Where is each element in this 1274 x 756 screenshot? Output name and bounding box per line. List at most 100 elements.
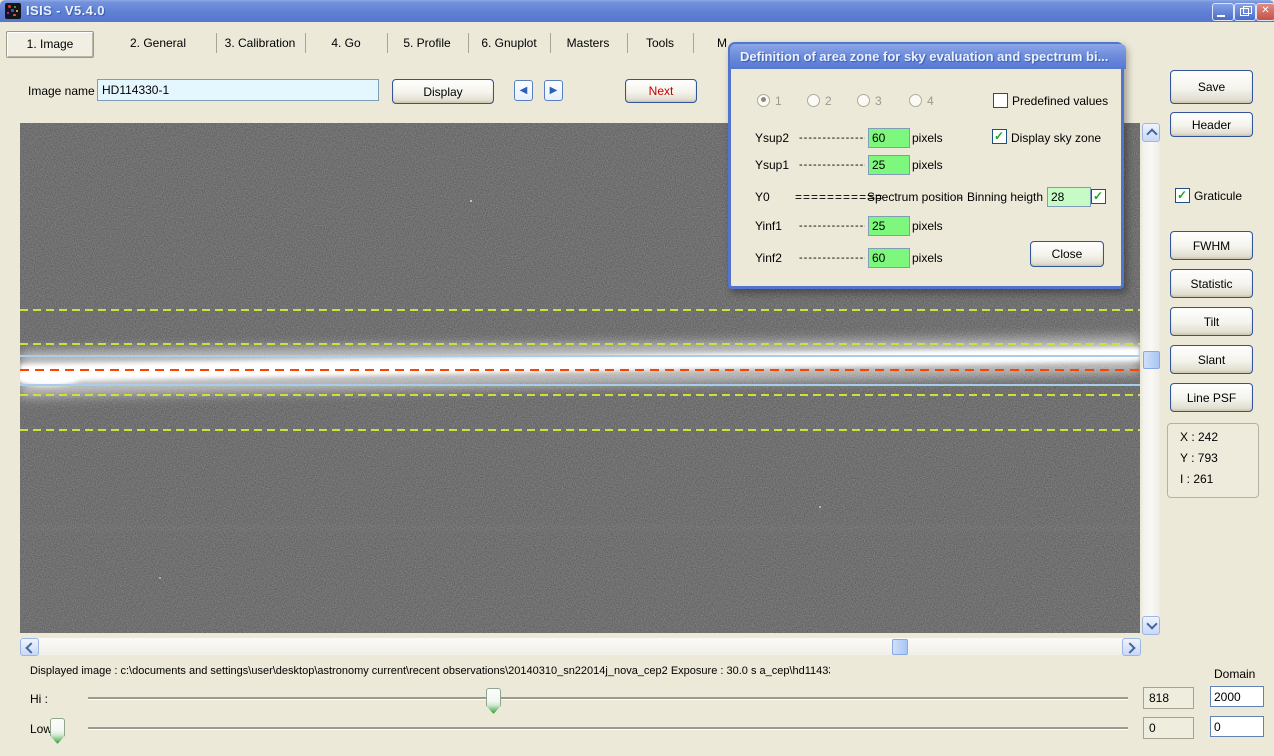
tilt-button[interactable]: Tilt [1170,307,1253,336]
ysup1-label: Ysup1 [755,158,789,172]
check-icon: ✓ [1093,189,1103,203]
tab-profile[interactable]: 5. Profile [403,36,450,50]
arrow-right-icon: ▶ [550,85,558,96]
chevron-right-icon [1124,642,1135,653]
cursor-x-value: X : 242 [1180,430,1258,445]
zone-radio-4-label: 4 [927,94,934,108]
tab-separator [627,33,628,53]
line-psf-button[interactable]: Line PSF [1170,383,1253,412]
area-zone-dialog: Definition of area zone for sky evaluati… [728,42,1124,289]
hi-slider-thumb[interactable] [486,688,501,714]
previous-image-button[interactable]: ◀ [514,80,533,101]
isis-main-window: ISIS - V5.4.0 ✕ 1. Image 2. General 3. C… [0,0,1274,756]
tab-general[interactable]: 2. General [130,36,186,50]
vertical-scroll-thumb[interactable] [1143,351,1160,369]
domain-low-input[interactable] [1210,716,1264,737]
ysup1-input[interactable] [868,155,910,175]
check-icon: ✓ [994,129,1004,143]
graticule-label: Graticule [1194,189,1242,203]
scroll-left-button[interactable] [20,638,39,656]
title-bar[interactable]: ISIS - V5.4.0 ✕ [0,0,1274,22]
minimize-button[interactable] [1212,3,1234,21]
low-slider-thumb[interactable] [50,718,65,744]
yinf1-dashes: --------------------- [799,220,865,232]
yinf1-unit: pixels [912,219,943,233]
tab-gnuplot[interactable]: 6. Gnuplot [481,36,536,50]
fwhm-button[interactable]: FWHM [1170,231,1253,260]
yinf2-input[interactable] [868,248,910,268]
check-icon: ✓ [1177,188,1187,202]
domain-label: Domain [1214,667,1255,681]
tab-separator [550,33,551,53]
zone-radio-1-label: 1 [775,94,782,108]
hi-slider-track[interactable] [88,697,1128,699]
low-value-box: 0 [1143,717,1194,739]
ysup1-unit: pixels [912,158,943,172]
scroll-down-button[interactable] [1142,616,1160,635]
close-dialog-button[interactable]: Close [1030,241,1104,267]
tab-separator [387,33,388,53]
minimize-icon [1217,15,1225,17]
cursor-i-value: I : 261 [1180,472,1258,487]
yinf2-label: Yinf2 [755,251,782,265]
yinf1-label: Yinf1 [755,219,782,233]
display-sky-zone-checkbox[interactable]: ✓ [992,129,1007,144]
ysup2-unit: pixels [912,131,943,145]
statistic-button[interactable]: Statistic [1170,269,1253,298]
ysup2-input[interactable] [868,128,910,148]
binning-height-label: Binning heigth : [967,190,1050,204]
vertical-scrollbar[interactable] [1142,123,1160,634]
y0-text: Spectrum position [867,190,963,204]
restore-button[interactable] [1234,3,1256,21]
ysup1-dashes: --------------------- [799,159,865,171]
binning-height-checkbox[interactable]: ✓ [1091,189,1106,204]
chevron-up-icon [1146,128,1157,139]
window-title: ISIS - V5.4.0 [26,3,105,18]
image-name-input[interactable] [97,79,379,101]
tab-calibration[interactable]: 3. Calibration [225,36,296,50]
yinf1-input[interactable] [868,216,910,236]
save-button[interactable]: Save [1170,70,1253,104]
scroll-up-button[interactable] [1142,123,1160,142]
binning-height-input[interactable] [1047,187,1091,207]
slant-button[interactable]: Slant [1170,345,1253,374]
tab-separator [693,33,694,53]
predefined-values-label: Predefined values [1012,94,1108,108]
ysup2-dashes: --------------------- [799,132,865,144]
displayed-image-status: Displayed image : c:\documents and setti… [30,665,830,677]
dialog-title-bar[interactable]: Definition of area zone for sky evaluati… [730,44,1126,69]
scroll-right-button[interactable] [1122,638,1141,656]
domain-hi-input[interactable] [1210,686,1264,707]
tab-separator [305,33,306,53]
low-slider-track[interactable] [88,727,1128,729]
close-window-button[interactable]: ✕ [1256,3,1274,21]
tab-go[interactable]: 4. Go [331,36,360,50]
tab-image[interactable]: 1. Image [6,31,94,58]
yinf2-unit: pixels [912,251,943,265]
cursor-y-value: Y : 793 [1180,451,1258,466]
ysup2-label: Ysup2 [755,131,789,145]
horizontal-scroll-thumb[interactable] [892,639,908,655]
next-button[interactable]: Next [625,79,697,103]
zone-radio-2[interactable] [807,94,820,107]
header-button[interactable]: Header [1170,112,1253,137]
next-image-button[interactable]: ▶ [544,80,563,101]
tab-masters[interactable]: Masters [567,36,610,50]
restore-icon [1240,8,1249,16]
zone-radio-4[interactable] [909,94,922,107]
tab-tools[interactable]: Tools [646,36,674,50]
predefined-values-checkbox[interactable] [993,93,1008,108]
horizontal-scrollbar[interactable] [20,638,1140,655]
zone-radio-2-label: 2 [825,94,832,108]
zone-radio-1[interactable] [757,94,770,107]
chevron-down-icon [1146,618,1157,629]
graticule-checkbox[interactable]: ✓ [1175,188,1190,203]
tab-hidden-partial[interactable]: M [717,36,727,50]
y0-label: Y0 [755,190,770,204]
y0-dash: - [958,190,962,204]
image-name-label: Image name : [28,84,101,98]
zone-radio-3-label: 3 [875,94,882,108]
tab-image-label: 1. Image [27,37,74,51]
display-button[interactable]: Display [392,79,494,104]
zone-radio-3[interactable] [857,94,870,107]
